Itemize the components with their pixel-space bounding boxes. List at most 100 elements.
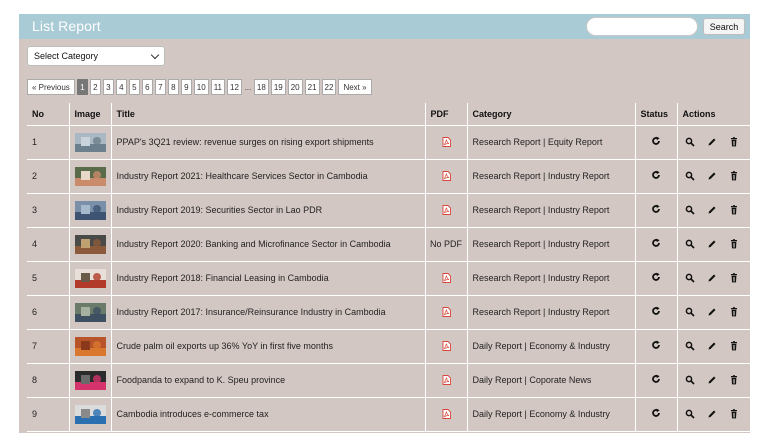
pencil-icon[interactable] (707, 137, 717, 147)
category-select[interactable]: Select Category (27, 46, 165, 66)
row-title[interactable]: Industry Report 2020: Banking and Microf… (111, 227, 426, 262)
trash-icon[interactable] (729, 205, 739, 215)
pagination-page-7[interactable]: 7 (154, 79, 166, 95)
report-thumbnail (74, 336, 106, 356)
pencil-icon[interactable] (707, 205, 717, 215)
pencil-icon[interactable] (707, 375, 717, 385)
row-image-cell (69, 397, 112, 432)
trash-icon[interactable] (729, 307, 739, 317)
trash-icon[interactable] (729, 273, 739, 283)
pencil-icon[interactable] (707, 409, 717, 419)
table-row[interactable]: 5 Industry Report 2018: Financial Leasing… (27, 261, 750, 296)
search-input[interactable] (586, 17, 698, 36)
row-title[interactable]: Industry Report 2019: Securities Sector … (111, 193, 426, 228)
pagination-page-19[interactable]: 19 (270, 79, 286, 95)
pdf-file-icon[interactable] (442, 136, 451, 147)
pagination-page-21[interactable]: 21 (304, 79, 320, 95)
table-row[interactable]: 3 Industry Report 2019: Securities Sector… (27, 193, 750, 228)
trash-icon[interactable] (729, 341, 739, 351)
table-row[interactable]: 7 Crude palm oil exports up 36% YoY in fi… (27, 329, 750, 364)
table-row[interactable]: 9 Cambodia introduces e-commerce tax Daily… (27, 397, 750, 432)
refresh-icon[interactable] (651, 374, 661, 384)
trash-icon[interactable] (729, 137, 739, 147)
refresh-icon[interactable] (651, 272, 661, 282)
table-header-row: No Image Title PDF Category Status Actions (27, 103, 750, 126)
pencil-icon[interactable] (707, 341, 717, 351)
pagination-page-8[interactable]: 8 (167, 79, 179, 95)
pencil-icon[interactable] (707, 239, 717, 249)
row-pdf-cell (425, 295, 468, 330)
pagination-page-20[interactable]: 20 (287, 79, 303, 95)
row-title[interactable]: PPAP's 3Q21 review: revenue surges on ri… (111, 125, 426, 160)
row-title[interactable]: Foodpanda to expand to K. Speu province (111, 363, 426, 398)
table-row[interactable]: 8 Foodpanda to expand to K. Speu province… (27, 363, 750, 398)
row-image-cell (69, 125, 112, 160)
row-image-cell (69, 261, 112, 296)
row-title[interactable]: Cambodia introduces e-commerce tax (111, 397, 426, 432)
pagination-page-2[interactable]: 2 (89, 79, 101, 95)
no-pdf-label: No PDF (429, 239, 462, 249)
pdf-file-icon[interactable] (442, 170, 451, 181)
pagination-page-6[interactable]: 6 (141, 79, 153, 95)
refresh-icon[interactable] (651, 306, 661, 316)
pagination-next-button[interactable]: Next » (338, 79, 372, 95)
search-button[interactable]: Search (703, 18, 745, 35)
report-thumbnail (74, 132, 106, 152)
table-row[interactable]: 6 Industry Report 2017: Insurance/Reinsur… (27, 295, 750, 330)
pagination-page-5[interactable]: 5 (128, 79, 140, 95)
trash-icon[interactable] (729, 375, 739, 385)
search-icon[interactable] (685, 239, 695, 249)
row-title[interactable]: Industry Report 2017: Insurance/Reinsura… (111, 295, 426, 330)
report-thumbnail (74, 404, 106, 424)
row-actions-cell (677, 159, 750, 194)
pagination-previous-button[interactable]: « Previous (27, 79, 75, 95)
refresh-icon[interactable] (651, 170, 661, 180)
row-number: 1 (27, 125, 70, 160)
table-row[interactable]: 2 Industry Report 2021: Healthcare Servic… (27, 159, 750, 194)
search-icon[interactable] (685, 273, 695, 283)
row-number: 8 (27, 363, 70, 398)
search-icon[interactable] (685, 341, 695, 351)
refresh-icon[interactable] (651, 136, 661, 146)
trash-icon[interactable] (729, 171, 739, 181)
pdf-file-icon[interactable] (442, 272, 451, 283)
table-body: 1 PPAP's 3Q21 review: revenue surges on r… (27, 125, 750, 432)
refresh-icon[interactable] (651, 204, 661, 214)
pdf-file-icon[interactable] (442, 340, 451, 351)
row-title[interactable]: Industry Report 2021: Healthcare Service… (111, 159, 426, 194)
search-icon[interactable] (685, 171, 695, 181)
trash-icon[interactable] (729, 409, 739, 419)
pencil-icon[interactable] (707, 273, 717, 283)
pagination-page-10[interactable]: 10 (193, 79, 209, 95)
refresh-icon[interactable] (651, 408, 661, 418)
trash-icon[interactable] (729, 239, 739, 249)
refresh-icon[interactable] (651, 340, 661, 350)
search-icon[interactable] (685, 137, 695, 147)
pagination-page-1[interactable]: 1 (76, 79, 88, 95)
search-icon[interactable] (685, 409, 695, 419)
pagination-page-18[interactable]: 18 (253, 79, 269, 95)
pencil-icon[interactable] (707, 171, 717, 181)
row-title[interactable]: Crude palm oil exports up 36% YoY in fir… (111, 329, 426, 364)
row-image-cell (69, 193, 112, 228)
pagination-page-4[interactable]: 4 (115, 79, 127, 95)
pagination-page-22[interactable]: 22 (321, 79, 337, 95)
pdf-file-icon[interactable] (442, 306, 451, 317)
pdf-file-icon[interactable] (442, 204, 451, 215)
pagination-page-9[interactable]: 9 (180, 79, 192, 95)
row-title[interactable]: Industry Report 2018: Financial Leasing … (111, 261, 426, 296)
list-report-panel: List Report Search Select Category « Pre… (19, 14, 750, 433)
refresh-icon[interactable] (651, 238, 661, 248)
search-icon[interactable] (685, 205, 695, 215)
pagination-page-3[interactable]: 3 (102, 79, 114, 95)
row-number: 6 (27, 295, 70, 330)
pdf-file-icon[interactable] (442, 408, 451, 419)
table-row[interactable]: 4 Industry Report 2020: Banking and Micro… (27, 227, 750, 262)
search-icon[interactable] (685, 307, 695, 317)
search-icon[interactable] (685, 375, 695, 385)
pdf-file-icon[interactable] (442, 374, 451, 385)
table-row[interactable]: 1 PPAP's 3Q21 review: revenue surges on r… (27, 125, 750, 160)
pagination-page-11[interactable]: 11 (210, 79, 226, 95)
pagination-page-12[interactable]: 12 (227, 79, 242, 95)
pencil-icon[interactable] (707, 307, 717, 317)
